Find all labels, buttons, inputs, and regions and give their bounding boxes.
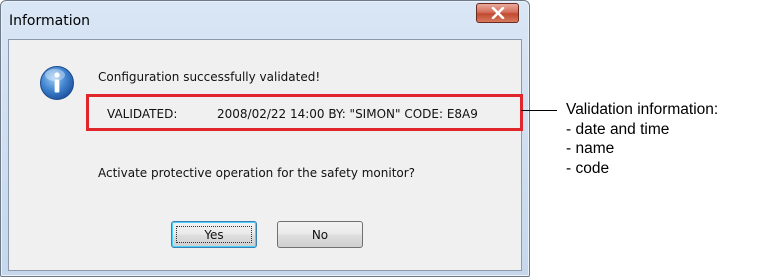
validation-info-highlight: VALIDATED: 2008/02/22 14:00 BY: "SIMON" … bbox=[86, 94, 523, 131]
info-icon bbox=[39, 65, 75, 101]
annotation-heading: Validation information: bbox=[566, 101, 719, 118]
validation-details: 2008/02/22 14:00 BY: "SIMON" CODE: E8A9 bbox=[217, 107, 478, 121]
validated-label: VALIDATED: bbox=[107, 107, 178, 121]
information-dialog: Information Configuration successfully v… bbox=[0, 0, 530, 277]
annotation-item-code: - code bbox=[566, 159, 610, 177]
yes-button[interactable]: Yes bbox=[171, 221, 257, 248]
annotation-leader-line bbox=[521, 110, 557, 111]
annotation-callout: Validation information: - date and time … bbox=[566, 100, 718, 178]
validation-success-message: Configuration successfully validated! bbox=[98, 70, 321, 84]
dialog-body: Configuration successfully validated! VA… bbox=[8, 39, 523, 271]
annotation-item-name: - name bbox=[566, 140, 615, 157]
dialog-title: Information bbox=[9, 13, 91, 29]
annotation-item-date-time: - date and time bbox=[566, 120, 670, 138]
close-button[interactable] bbox=[476, 3, 519, 23]
no-button-label: No bbox=[311, 227, 329, 242]
close-icon bbox=[490, 7, 506, 19]
focus-rectangle bbox=[176, 226, 252, 243]
no-button[interactable]: No bbox=[277, 221, 363, 248]
activate-question: Activate protective operation for the sa… bbox=[98, 166, 416, 180]
